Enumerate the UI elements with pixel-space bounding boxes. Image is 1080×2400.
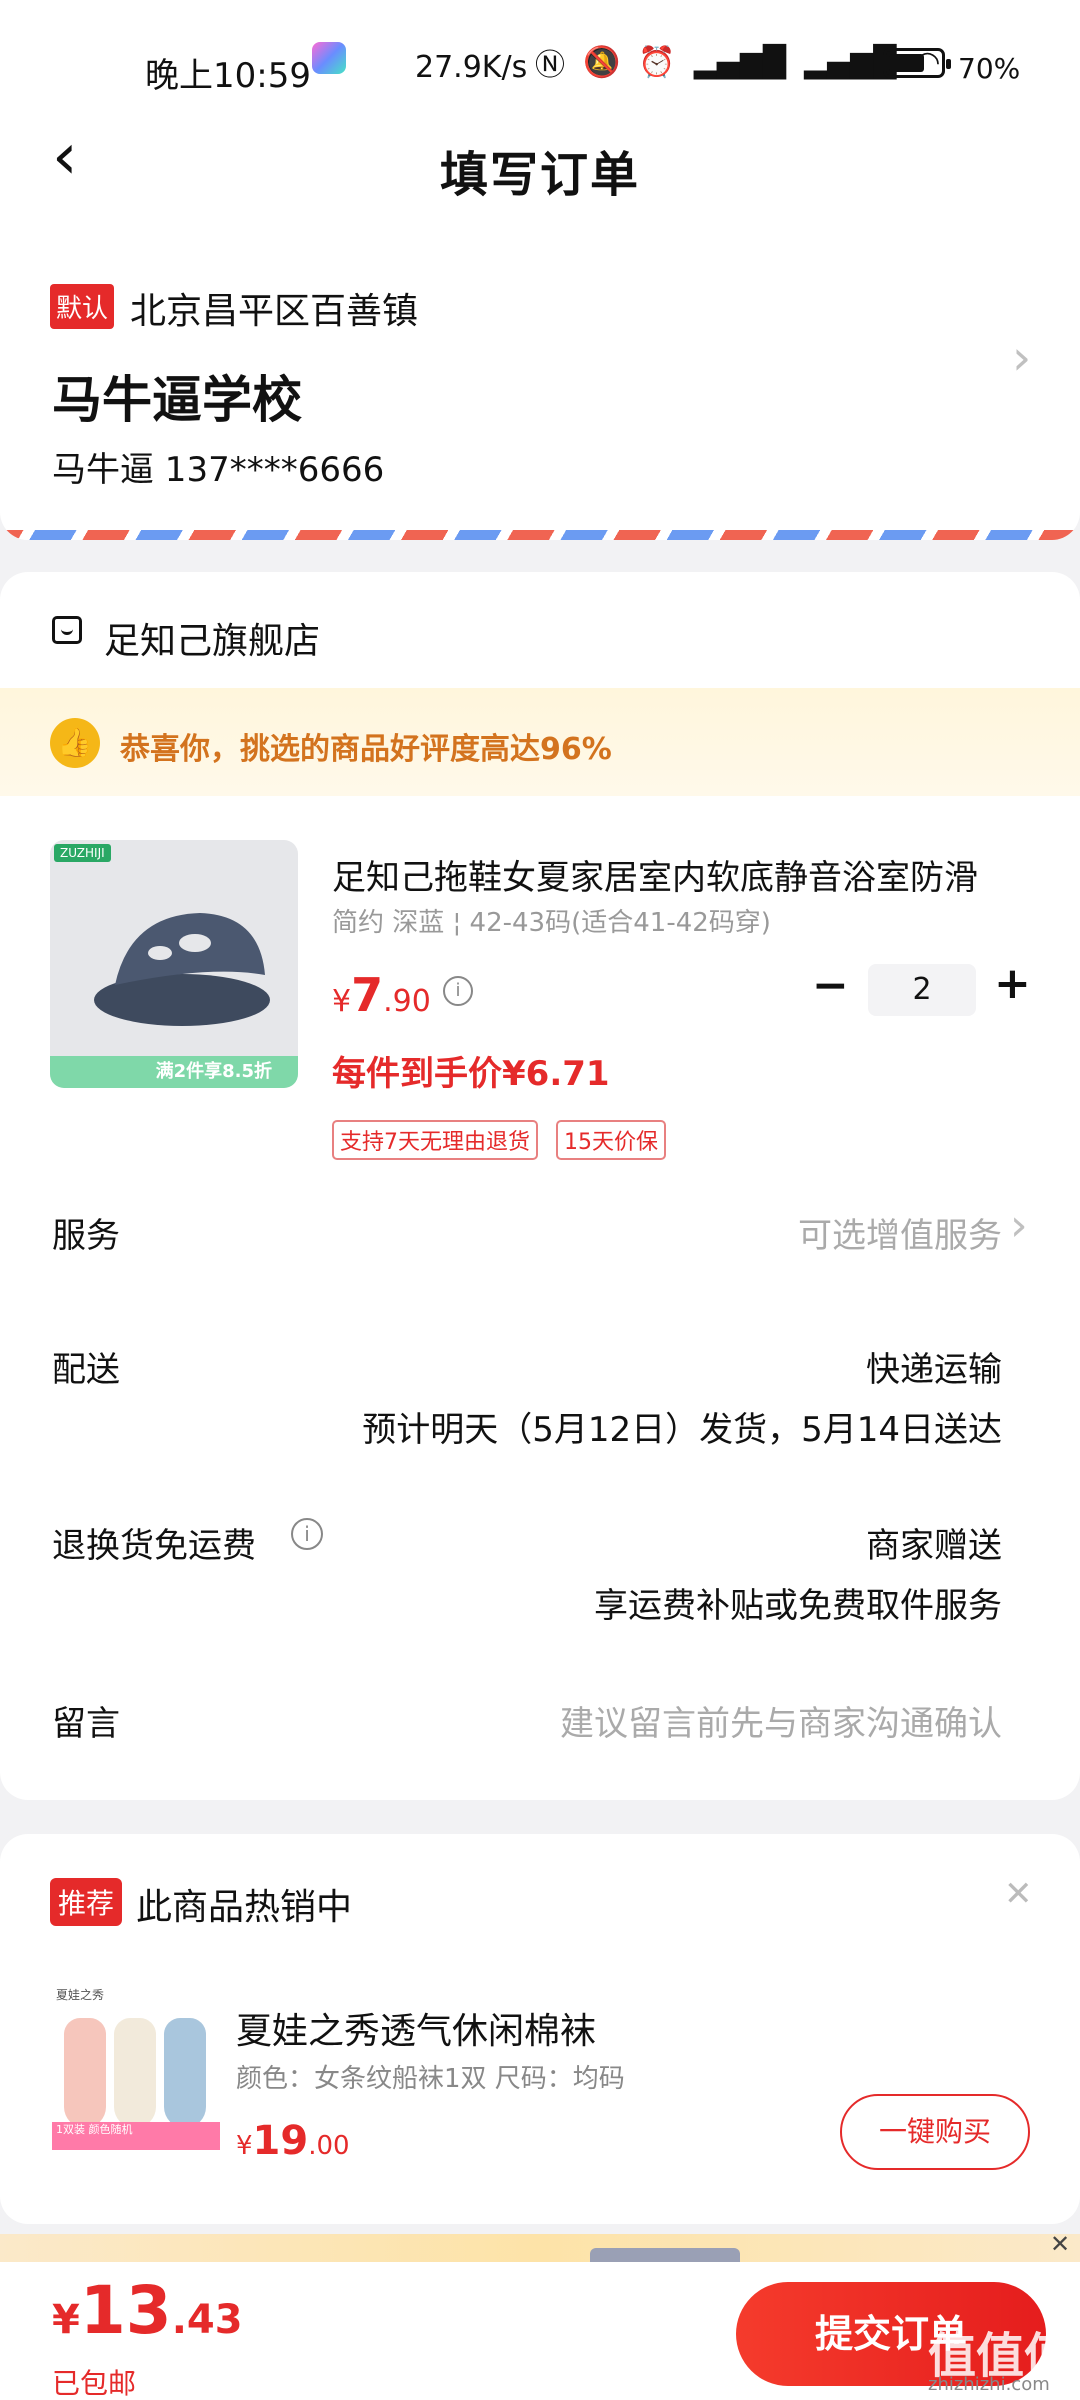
product-promo-badge: 满2件享8.5折 [50,1056,298,1088]
close-icon[interactable]: ✕ [1050,2230,1070,2258]
page-header: ‹ 填写订单 [0,95,1080,230]
price-integer: 7 [351,968,384,1022]
service-label: 服务 [52,1216,120,1256]
return-shipping-sub: 享运费补贴或免费取件服务 [594,1586,1002,1626]
peek-banner: ✕ [0,2230,1080,2262]
service-value[interactable]: 可选增值服务 [798,1208,1002,1257]
recommend-product-spec: 颜色：女条纹船袜1双 尺码：均码 [236,2064,625,2094]
status-time: 晚上10:59 [145,56,311,96]
chevron-right-icon[interactable]: › [1010,1200,1028,1251]
bottom-bar: ¥13.43 已包邮 提交订单 值值值 [0,2262,1080,2400]
price-decimal: .43 [171,2297,243,2343]
network-speed: 27.9K/s [415,50,528,85]
battery-level [889,54,924,72]
product-brand-badge: ZUZHIJI [54,844,111,862]
quantity-minus-button[interactable]: − [812,960,849,1011]
sock-pink [64,2018,106,2128]
recommend-price: ¥19.00 [236,2118,350,2164]
delivery-estimate: 预计明天（5月12日）发货，5月14日送达 [362,1410,1002,1450]
quantity-input[interactable]: 2 [868,964,976,1016]
recommend-product-name[interactable]: 夏娃之秀透气休闲棉袜 [236,2002,596,2054]
price-decimal: .90 [383,984,431,1019]
price-integer: 13 [79,2272,172,2349]
close-icon[interactable]: ✕ [1004,1874,1033,1914]
status-bar: 晚上10:59 27.9K/s Ⓝ 🔕 ⏰ ▂▄▆█ ▂▄▆█ ◠ 70% [0,0,1080,96]
mute-icon: 🔕 [583,44,621,80]
quantity-plus-button[interactable]: + [994,958,1031,1009]
rating-banner: 👍 恭喜你，挑选的商品好评度高达96% [0,688,1080,796]
product-title[interactable]: 足知己拖鞋女夏家居室内软底静音浴室防滑 [332,850,1032,899]
chevron-right-icon[interactable]: › [1012,330,1031,386]
product-spec[interactable]: 简约 深蓝 ¦ 42-43码(适合41-42码穿) [332,902,771,939]
address-card[interactable]: 默认 北京昌平区百善镇 马牛逼学校 马牛逼 137****6666 › [0,230,1080,540]
info-icon[interactable]: i [291,1518,323,1550]
note-label: 留言 [52,1704,120,1744]
signal-hd-icon: ▂▄▆█ [693,44,787,80]
price-decimal: .00 [308,2131,350,2161]
slipper-illustration [94,913,270,1026]
product-image[interactable]: ZUZHIJI 满2件享8.5折 [50,840,298,1088]
airmail-border [0,530,1080,540]
recommend-product-image[interactable]: 夏娃之秀 1双装 颜色随机 [52,1980,220,2150]
per-item-price: 每件到手价¥6.71 [332,1054,610,1094]
price-currency: ¥ [236,2131,253,2161]
status-icons: Ⓝ 🔕 ⏰ ▂▄▆█ ▂▄▆█ ◠ [535,40,941,84]
page-title: 填写订单 [439,147,640,203]
delivery-label: 配送 [52,1350,120,1390]
note-input[interactable]: 建议留言前先与商家沟通确认 [560,1696,1002,1745]
return-shipping-label: 退换货免运费 [52,1526,256,1566]
service-tag-price-protect: 15天价保 [556,1120,666,1160]
battery-icon [883,48,951,78]
shop-icon [52,616,82,644]
price-currency: ¥ [52,2297,80,2343]
service-tag-return: 支持7天无理由退货 [332,1120,538,1160]
nfc-icon: Ⓝ [535,48,565,83]
alarm-icon: ⏰ [638,44,676,80]
sock-blue [164,2018,206,2128]
order-card: 足知己旗舰店 👍 恭喜你，挑选的商品好评度高达96% ZUZHIJI 满2件享8… [0,572,1080,1800]
recommend-brand: 夏娃之秀 [56,1988,105,2002]
recommend-card: 推荐 此商品热销中 ✕ 夏娃之秀 1双装 颜色随机 夏娃之秀透气休闲棉袜 颜色：… [0,1834,1080,2224]
shop-name[interactable]: 足知己旗舰店 [104,612,320,664]
address-contact: 马牛逼 137****6666 [52,450,385,490]
recommend-title: 此商品热销中 [136,1887,353,1928]
return-shipping-value: 商家赠送 [866,1526,1002,1566]
game-app-icon [312,42,346,74]
address-region: 北京昌平区百善镇 [130,291,419,332]
sock-cream [114,2018,156,2128]
one-click-buy-button[interactable]: 一键购买 [840,2094,1030,2170]
info-icon[interactable]: i [443,976,473,1006]
total-price: ¥13.43 [52,2272,243,2349]
thumbs-up-icon: 👍 [50,718,100,768]
recommend-image-banner: 1双装 颜色随机 [52,2122,220,2150]
price-integer: 19 [252,2118,309,2164]
peek-pill [590,2248,740,2262]
default-address-tag: 默认 [50,284,115,329]
rating-text: 恭喜你，挑选的商品好评度高达96% [120,732,612,767]
battery-percent: 70% [958,52,1021,85]
watermark-url: zhizhizhi.com [928,2374,1050,2395]
delivery-method: 快递运输 [866,1350,1002,1390]
address-detail: 马牛逼学校 [52,371,302,429]
price-currency: ¥ [332,984,352,1019]
shipping-note: 已包邮 [52,2367,137,2400]
recommend-tag: 推荐 [50,1878,123,1926]
product-price: ¥7.90 [332,968,431,1022]
